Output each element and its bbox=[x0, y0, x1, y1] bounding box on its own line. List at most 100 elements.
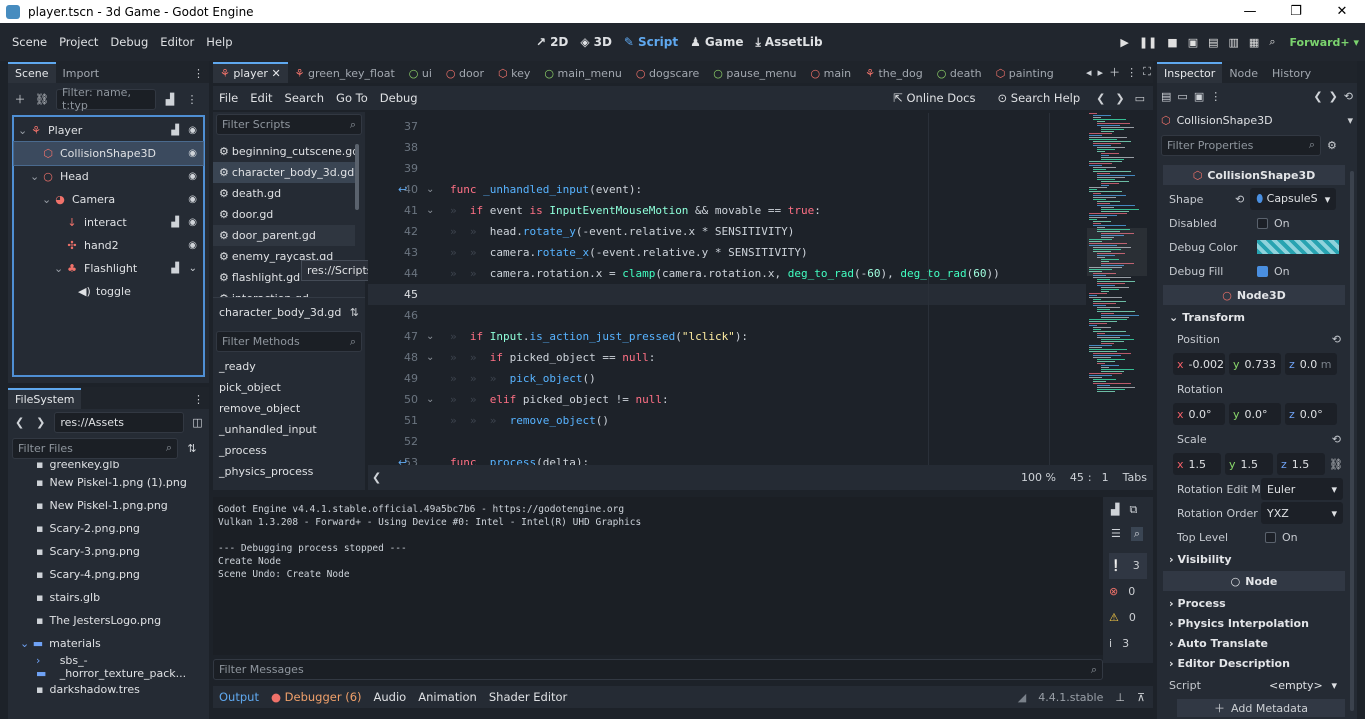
scene-filter-input[interactable]: Filter: name, t:typ bbox=[56, 86, 156, 112]
script-list-item[interactable]: ⚙ character_body_3d.gd bbox=[213, 162, 355, 183]
code-line[interactable]: 39 bbox=[368, 158, 1086, 179]
menu-scene[interactable]: Scene bbox=[6, 35, 53, 49]
file-item[interactable]: ▪ Scary-2.png.png bbox=[14, 517, 209, 540]
code-line[interactable]: 49» » » pick_object() bbox=[368, 368, 1086, 389]
attached-script-icon[interactable]: ▟ bbox=[171, 263, 179, 274]
code-line[interactable]: 48 ⌄» » if picked_object == null: bbox=[368, 347, 1086, 368]
shape-select[interactable]: ⬮ CapsuleS ▾ bbox=[1250, 188, 1337, 210]
category-transform[interactable]: ⌄ Transform bbox=[1163, 307, 1345, 327]
menu-editor[interactable]: Editor bbox=[154, 35, 200, 49]
scale-y-field[interactable]: y 1.5 bbox=[1225, 453, 1273, 475]
forward-icon[interactable]: ❯ bbox=[33, 416, 48, 429]
script-menu-edit[interactable]: Edit bbox=[244, 91, 278, 105]
renderer-select[interactable]: Forward+ ▾ bbox=[1289, 36, 1359, 49]
search-toggle-icon[interactable]: ⌕ bbox=[1130, 527, 1144, 541]
code-line[interactable]: 42» » head.rotate_y(-event.relative.x * … bbox=[368, 221, 1086, 242]
visibility-eye-icon[interactable]: ◉ bbox=[188, 171, 197, 182]
history-forward-icon[interactable]: ❯ bbox=[1115, 92, 1124, 105]
method-list-item[interactable]: _physics_process bbox=[213, 461, 365, 482]
script-list-item[interactable]: ⚙ door_parent.gd bbox=[213, 225, 355, 246]
code-editor[interactable]: 37 38 39 40 ↩ ⌄ func _unhandled_input(event): 4… bbox=[368, 113, 1153, 465]
scene-tree-node[interactable]: ⌄ ⚘ Player ▟ ◉ bbox=[14, 119, 203, 142]
history-back-icon[interactable]: ❮ bbox=[1096, 92, 1105, 105]
code-line[interactable]: 53 ↩ func _process(delta): bbox=[368, 452, 1086, 465]
close-window-button[interactable]: ✕ bbox=[1319, 4, 1365, 19]
file-item[interactable]: ▪ greenkey.glb bbox=[14, 461, 209, 471]
filter-properties-input[interactable]: Filter Properties ⌕ bbox=[1161, 134, 1321, 156]
top-level-checkbox[interactable] bbox=[1265, 531, 1276, 543]
scale-x-field[interactable]: x 1.5 bbox=[1173, 453, 1221, 475]
expand-arrow-icon[interactable]: ⌄ bbox=[18, 124, 30, 137]
scene-menu-icon[interactable]: ⋮ bbox=[184, 93, 200, 106]
link-icon[interactable]: ⛓ bbox=[34, 93, 50, 106]
float-window-icon[interactable]: ▭ bbox=[1135, 92, 1145, 105]
online-docs-button[interactable]: ⇱ Online Docs bbox=[887, 91, 981, 105]
save-resource-icon[interactable]: ▣ bbox=[1194, 90, 1204, 103]
script-tab-key[interactable]: ⬡ key bbox=[491, 64, 537, 83]
scripts-scrollbar[interactable] bbox=[355, 144, 359, 210]
menu-help[interactable]: Help bbox=[200, 35, 238, 49]
scene-tree-node[interactable]: ✣ hand2 ◉ bbox=[14, 234, 203, 257]
zoom-level[interactable]: 100 % bbox=[1021, 471, 1070, 484]
expand-arrow-icon[interactable]: ⌄ bbox=[30, 170, 42, 183]
code-line[interactable]: 38 bbox=[368, 137, 1086, 158]
method-list-item[interactable]: pick_object bbox=[213, 377, 365, 398]
section-node3d[interactable]: ○ Node3D bbox=[1163, 285, 1345, 305]
file-item[interactable]: ▪ New Piskel-1.png (1).png bbox=[14, 471, 209, 494]
tab-inspector[interactable]: Inspector bbox=[1157, 62, 1223, 83]
category-visibility[interactable]: › Visibility bbox=[1163, 549, 1345, 569]
fold-arrow-icon[interactable]: ⌄ bbox=[426, 352, 440, 363]
search-help-button[interactable]: ⊙ Search Help bbox=[991, 91, 1086, 105]
script-list-item[interactable]: ⚙ interaction.gd bbox=[213, 288, 355, 297]
editor-messages-icon[interactable]: ⅰ bbox=[1109, 631, 1112, 657]
code-line[interactable]: 40 ↩ ⌄ func _unhandled_input(event): bbox=[368, 179, 1086, 200]
disabled-checkbox[interactable] bbox=[1257, 217, 1268, 229]
expand-arrow-icon[interactable]: ⌄ bbox=[54, 262, 66, 275]
method-list-item[interactable]: remove_object bbox=[213, 398, 365, 419]
tab-output[interactable]: Output bbox=[213, 690, 265, 704]
filesystem-path-input[interactable]: res://Assets bbox=[54, 411, 184, 433]
code-line[interactable]: 51» » » remove_object() bbox=[368, 410, 1086, 431]
script-tab-ui[interactable]: ○ ui bbox=[402, 64, 439, 83]
reset-icon[interactable]: ⟲ bbox=[1235, 193, 1244, 206]
prev-object-icon[interactable]: ❮ bbox=[1313, 90, 1322, 103]
pause-icon[interactable]: ❚❚ bbox=[1139, 36, 1157, 49]
update-spinner-icon[interactable]: ◢ bbox=[1018, 691, 1026, 704]
filter-messages-input[interactable]: Filter Messages ⌕ bbox=[213, 659, 1103, 680]
script-tab-pause-menu[interactable]: ○ pause_menu bbox=[706, 64, 803, 83]
dock-menu-icon[interactable]: ⋮ bbox=[188, 390, 209, 409]
file-item[interactable]: ▪ darkshadow.tres bbox=[14, 678, 209, 701]
movie-maker-icon[interactable]: ▦ bbox=[1249, 36, 1259, 49]
script-menu-goto[interactable]: Go To bbox=[330, 91, 374, 105]
maximize-button[interactable]: ❐ bbox=[1273, 4, 1319, 19]
script-tab-door[interactable]: ○ door bbox=[439, 64, 491, 83]
workspace-2d-button[interactable]: ↗ 2D bbox=[530, 35, 574, 50]
script-menu-search[interactable]: Search bbox=[279, 91, 331, 105]
scene-tree-node[interactable]: ⌄ ♣ Flashlight ▟ ⌄ bbox=[14, 257, 203, 280]
fold-arrow-icon[interactable]: ⌄ bbox=[426, 205, 440, 216]
script-resource-select[interactable]: <empty> ▾ bbox=[1263, 674, 1343, 696]
code-line[interactable]: 43» » camera.rotate_x(-event.relative.y … bbox=[368, 242, 1086, 263]
node-dropdown-icon[interactable]: ▾ bbox=[1347, 114, 1353, 127]
expand-arrow-icon[interactable]: ⌄ bbox=[42, 193, 54, 206]
fold-arrow-icon[interactable]: ⌄ bbox=[426, 184, 440, 195]
fold-arrow-icon[interactable]: ⌄ bbox=[426, 331, 440, 342]
folder-item[interactable]: ⌄ ▬ materials bbox=[14, 632, 209, 655]
tab-filesystem[interactable]: FileSystem bbox=[8, 388, 82, 409]
scroll-tabs-right-icon[interactable]: ▸ bbox=[1098, 66, 1104, 79]
file-item[interactable]: ▪ Scary-3.png.png bbox=[14, 540, 209, 563]
attached-script-icon[interactable]: ▟ bbox=[171, 217, 179, 228]
pin-icon[interactable]: ⊥ bbox=[1115, 691, 1125, 704]
script-tab-death[interactable]: ○ death bbox=[930, 64, 989, 83]
filter-methods-input[interactable]: Filter Methods ⌕ bbox=[216, 331, 362, 352]
play-scene-icon[interactable]: ▤ bbox=[1208, 36, 1218, 49]
visibility-eye-icon[interactable]: ◉ bbox=[188, 240, 197, 251]
rotation-edit-mode-select[interactable]: Euler ▾ bbox=[1261, 478, 1343, 500]
sort-icon[interactable]: ⇅ bbox=[184, 442, 200, 455]
rotation-y-field[interactable]: y 0.0 ° bbox=[1229, 403, 1281, 425]
folder-item[interactable]: › ▬ sbs_-_horror_texture_pack... bbox=[14, 654, 209, 680]
file-item[interactable]: ▪ Scary-4.png.png bbox=[14, 563, 209, 586]
indent-mode[interactable]: Tabs bbox=[1123, 471, 1153, 484]
reset-icon[interactable]: ⟲ bbox=[1332, 333, 1345, 346]
tab-history[interactable]: History bbox=[1265, 64, 1318, 83]
